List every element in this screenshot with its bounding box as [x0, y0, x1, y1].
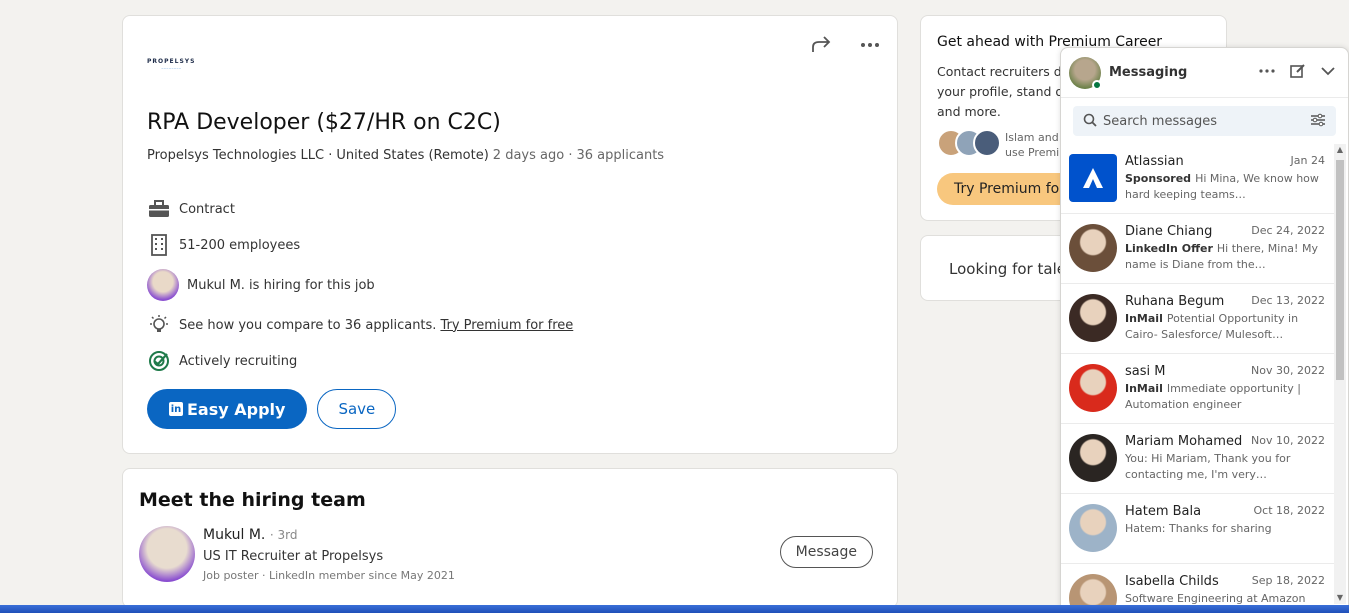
- conversation-snippet: InMail Potential Opportunity in Cairo- Sa…: [1125, 312, 1299, 341]
- hiring-team-card: Meet the hiring team Mukul M. · 3rd US I…: [122, 468, 898, 608]
- compare-text: See how you compare to 36 applicants.: [179, 317, 437, 333]
- messaging-panel: Messaging Atlassian Jan 24 SponsoredHi M…: [1060, 47, 1349, 613]
- actively-recruiting: Actively recruiting: [179, 353, 298, 369]
- conversation-item[interactable]: Atlassian Jan 24 Sponsored Hi Mina, We kn…: [1061, 144, 1335, 214]
- conversation-date: Oct 18, 2022: [1253, 504, 1326, 517]
- messaging-header[interactable]: Messaging: [1061, 48, 1348, 98]
- applicant-count: 36 applicants: [576, 148, 665, 163]
- search-messages-box[interactable]: [1073, 106, 1336, 136]
- share-icon[interactable]: [809, 34, 835, 56]
- conversation-date: Sep 18, 2022: [1251, 574, 1325, 587]
- job-meta: Propelsys Technologies LLC · United Stat…: [147, 148, 664, 163]
- conversation-tag: InMail: [1125, 382, 1163, 395]
- contact-avatar: [1069, 364, 1117, 412]
- os-taskbar: [0, 605, 1349, 613]
- conversation-date: Dec 13, 2022: [1251, 294, 1325, 307]
- easy-apply-button[interactable]: in Easy Apply: [147, 389, 308, 429]
- message-recruiter-button[interactable]: Message: [779, 536, 873, 568]
- conversation-tag: InMail: [1125, 312, 1163, 325]
- hirer-avatar[interactable]: [147, 269, 179, 301]
- conversation-tag: LinkedIn Offer: [1125, 242, 1213, 255]
- contact-avatar: [1069, 224, 1117, 272]
- recruiter-avatar[interactable]: [139, 526, 195, 582]
- chevron-down-icon[interactable]: [1320, 63, 1336, 83]
- lightbulb-icon: [147, 313, 171, 337]
- conversation-list: Atlassian Jan 24 Sponsored Hi Mina, We kn…: [1061, 144, 1335, 612]
- conversation-date: Jan 24: [1290, 154, 1325, 167]
- building-icon: [147, 233, 171, 257]
- company-name[interactable]: Propelsys Technologies LLC ·: [147, 148, 332, 163]
- my-avatar: [1069, 56, 1102, 90]
- conversation-scrollbar[interactable]: ▲ ▼: [1334, 144, 1346, 604]
- conversation-name: Diane Chiang: [1125, 224, 1213, 239]
- conversation-snippet: Hatem: Thanks for sharing: [1125, 522, 1272, 535]
- briefcase-icon: [147, 197, 171, 221]
- search-icon: [1083, 112, 1097, 131]
- filter-icon[interactable]: [1310, 112, 1326, 131]
- conversation-name: Hatem Bala: [1125, 504, 1202, 519]
- posted-time: 2 days ago ·: [492, 148, 573, 163]
- conversation-item[interactable]: Mariam Mohamed Nov 10, 2022 You: Hi Mari…: [1061, 424, 1335, 494]
- hiring-team-title: Meet the hiring team: [139, 489, 366, 511]
- hiring-person-text: Mukul M. is hiring for this job: [187, 277, 375, 293]
- more-options-icon[interactable]: [857, 34, 883, 56]
- company-size: 51-200 employees: [179, 237, 301, 253]
- employment-type: Contract: [179, 201, 235, 217]
- conversation-date: Nov 10, 2022: [1251, 434, 1325, 447]
- conversation-date: Nov 30, 2022: [1251, 364, 1325, 377]
- job-title: RPA Developer ($27/HR on C2C): [147, 110, 501, 135]
- contact-avatar: [1069, 504, 1117, 552]
- compose-icon[interactable]: [1290, 63, 1306, 83]
- messaging-title: Messaging: [1109, 65, 1188, 80]
- scrollbar-thumb[interactable]: [1336, 160, 1344, 380]
- scroll-up-icon[interactable]: ▲: [1334, 144, 1346, 156]
- search-messages-input[interactable]: [1103, 113, 1310, 129]
- conversation-snippet: You: Hi Mariam, Thank you for contacting…: [1125, 452, 1291, 481]
- conversation-name: Ruhana Begum: [1125, 294, 1225, 309]
- conversation-name: sasi M: [1125, 364, 1166, 379]
- premium-body: Contact recruiters di your profile, stan…: [937, 64, 1066, 119]
- more-options-icon[interactable]: [1258, 63, 1276, 83]
- conversation-snippet: Sponsored Hi Mina, We know how hard keepi…: [1125, 172, 1319, 201]
- conversation-snippet: LinkedIn Offer Hi there, Mina! My name is…: [1125, 242, 1318, 271]
- try-premium-link[interactable]: Try Premium for free: [440, 318, 573, 333]
- recruiter-name-row[interactable]: Mukul M. · 3rd: [203, 527, 297, 543]
- atlassian-logo-icon: [1069, 154, 1117, 202]
- looking-for-talent-text: Looking for taler: [949, 260, 1073, 278]
- conversation-name: Mariam Mohamed: [1125, 434, 1243, 449]
- conversation-item[interactable]: sasi M Nov 30, 2022 InMail Immediate oppo…: [1061, 354, 1335, 424]
- linkedin-icon: in: [169, 402, 183, 416]
- company-logo[interactable]: PROPELSYS ~~~~~~~~: [147, 58, 195, 70]
- job-location: United States (Remote): [336, 148, 489, 163]
- contact-avatar: [1069, 434, 1117, 482]
- job-details-card: PROPELSYS ~~~~~~~~ RPA Developer ($27/HR …: [122, 15, 898, 454]
- scroll-down-icon[interactable]: ▼: [1334, 592, 1346, 604]
- conversation-item[interactable]: Ruhana Begum Dec 13, 2022 InMail Potentia…: [1061, 284, 1335, 354]
- save-button[interactable]: Save: [317, 389, 397, 429]
- conversation-name: Isabella Childs: [1125, 574, 1219, 589]
- online-status-dot: [1092, 79, 1102, 90]
- conversation-tag: Sponsored: [1125, 172, 1192, 185]
- recruiter-headline: US IT Recruiter at Propelsys: [203, 549, 384, 564]
- conversation-item[interactable]: Diane Chiang Dec 24, 2022 LinkedIn Offer…: [1061, 214, 1335, 284]
- recruiter-subtitle: Job poster · LinkedIn member since May 2…: [203, 569, 455, 582]
- conversation-date: Dec 24, 2022: [1251, 224, 1325, 237]
- premium-member-faces: [937, 129, 1001, 157]
- conversation-name: Atlassian: [1125, 154, 1184, 169]
- job-insights: Contract 51-200 employees Mukul M. is hi…: [147, 191, 573, 379]
- conversation-snippet: InMail Immediate opportunity | Automation…: [1125, 382, 1301, 411]
- member-avatar: [973, 129, 1001, 157]
- target-icon: [147, 349, 171, 373]
- contact-avatar: [1069, 294, 1117, 342]
- conversation-item[interactable]: Hatem Bala Oct 18, 2022 Hatem: Thanks fo…: [1061, 494, 1335, 564]
